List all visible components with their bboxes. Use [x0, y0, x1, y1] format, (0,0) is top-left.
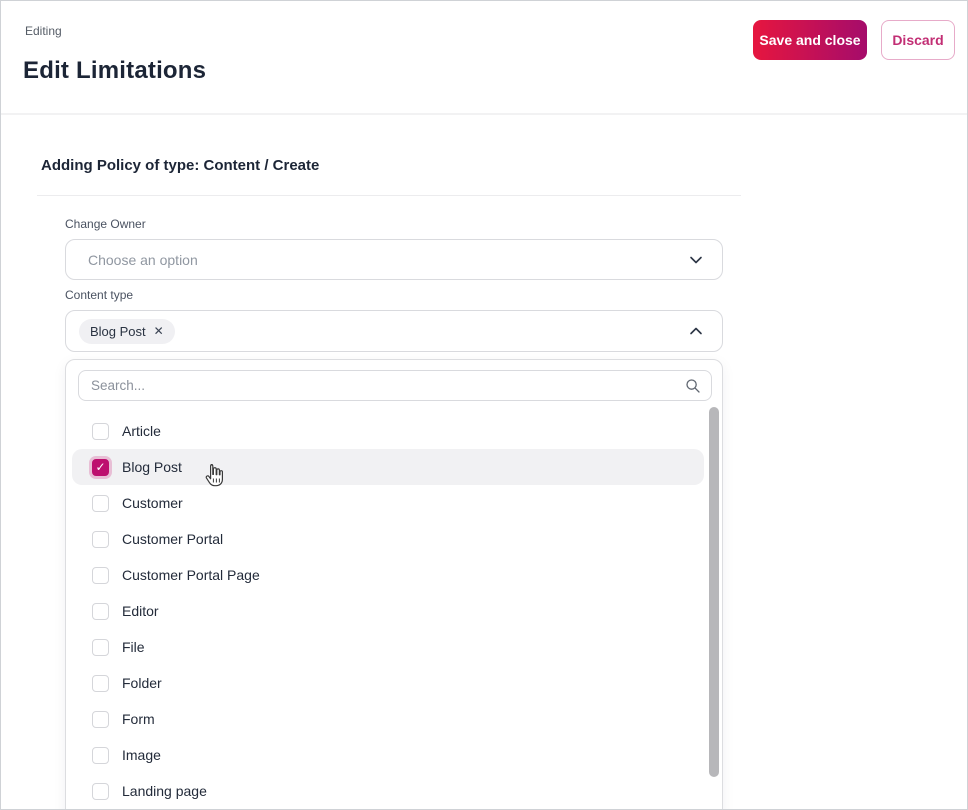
editing-status-label: Editing: [25, 24, 62, 38]
checkbox[interactable]: [92, 530, 109, 548]
search-input[interactable]: [91, 378, 685, 393]
dropdown-scrollbar[interactable]: [709, 406, 719, 809]
checkbox[interactable]: [92, 566, 109, 584]
checkbox[interactable]: [92, 710, 109, 728]
list-item[interactable]: Customer Portal: [72, 521, 704, 557]
search-field[interactable]: [78, 370, 712, 401]
section-divider: [37, 195, 741, 196]
page-title: Edit Limitations: [23, 57, 207, 84]
checkbox[interactable]: [92, 782, 109, 800]
header-divider: [1, 113, 967, 115]
checkbox[interactable]: [92, 494, 109, 512]
tag-label: Blog Post: [90, 323, 146, 339]
content-type-select[interactable]: Blog Post ✕: [65, 310, 723, 352]
tag-blog-post[interactable]: Blog Post ✕: [79, 318, 175, 344]
checkbox[interactable]: [92, 458, 109, 476]
section-title: Adding Policy of type: Content / Create: [41, 157, 320, 174]
content-type-label: Content type: [65, 288, 134, 302]
option-label: Blog Post: [122, 459, 182, 475]
list-item[interactable]: File: [72, 629, 704, 665]
option-label: Customer Portal: [122, 531, 224, 547]
change-owner-label: Change Owner: [65, 217, 146, 231]
list-item[interactable]: Editor: [72, 593, 704, 629]
checkbox[interactable]: [92, 602, 109, 620]
close-icon[interactable]: ✕: [154, 325, 164, 337]
selected-tags: Blog Post ✕: [79, 318, 688, 344]
chevron-up-icon: [688, 323, 704, 339]
option-label: File: [122, 639, 145, 655]
list-item[interactable]: Image: [72, 737, 704, 773]
scrollbar-thumb[interactable]: [709, 407, 719, 777]
checkbox[interactable]: [92, 674, 109, 692]
search-icon: [685, 378, 701, 394]
option-label: Customer: [122, 495, 183, 511]
option-label: Customer Portal Page: [122, 567, 260, 583]
edit-limitations-page: Editing Edit Limitations Save and close …: [0, 0, 968, 810]
checkbox[interactable]: [92, 638, 109, 656]
option-label: Landing page: [122, 783, 207, 799]
list-item[interactable]: Folder: [72, 665, 704, 701]
change-owner-select[interactable]: Choose an option: [65, 239, 723, 280]
content-type-dropdown-panel: Article Blog Post Customer Customer Port…: [65, 359, 723, 809]
option-label: Folder: [122, 675, 162, 691]
option-label: Image: [122, 747, 161, 763]
list-item[interactable]: Landing page: [72, 773, 704, 809]
change-owner-placeholder: Choose an option: [88, 251, 198, 268]
list-item[interactable]: Customer: [72, 485, 704, 521]
option-label: Article: [122, 423, 161, 439]
options-list: Article Blog Post Customer Customer Port…: [66, 413, 710, 809]
option-label: Editor: [122, 603, 159, 619]
list-item[interactable]: Form: [72, 701, 704, 737]
option-label: Form: [122, 711, 155, 727]
save-and-close-button[interactable]: Save and close: [753, 20, 867, 60]
checkbox[interactable]: [92, 746, 109, 764]
list-item[interactable]: Blog Post: [72, 449, 704, 485]
list-item[interactable]: Article: [72, 413, 704, 449]
chevron-down-icon: [688, 252, 704, 268]
checkbox[interactable]: [92, 422, 109, 440]
list-item[interactable]: Customer Portal Page: [72, 557, 704, 593]
discard-button[interactable]: Discard: [881, 20, 955, 60]
